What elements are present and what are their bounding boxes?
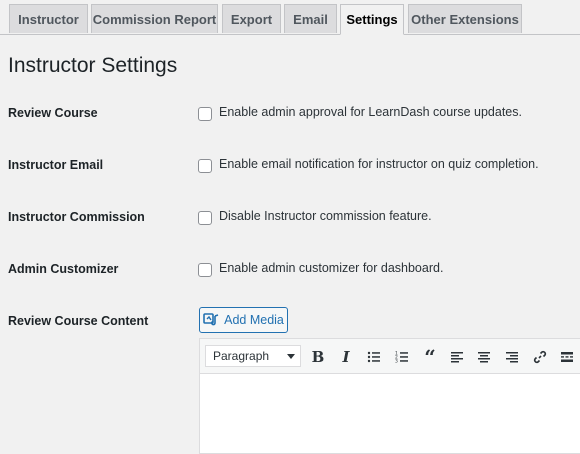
tab-export[interactable]: Export [222, 4, 281, 33]
tab-label: Settings [346, 12, 398, 27]
media-icon [203, 311, 219, 330]
tab-label: Commission Report [92, 11, 217, 27]
admin-customizer-label: Admin Customizer [8, 262, 119, 276]
align-center-icon[interactable] [474, 347, 494, 367]
review-course-option: Enable admin approval for LearnDash cour… [219, 105, 522, 119]
numbered-list-icon[interactable]: 123 [392, 347, 412, 367]
tab-bar: Instructor Commission Report Export Emai… [0, 0, 580, 35]
tab-email[interactable]: Email [284, 4, 337, 33]
tab-instructor[interactable]: Instructor [9, 4, 88, 33]
link-icon[interactable] [530, 347, 550, 367]
instructor-email-option: Enable email notification for instructor… [219, 157, 539, 171]
format-select[interactable]: Paragraph [205, 345, 301, 367]
tab-label: Email [293, 11, 328, 27]
review-course-label: Review Course [8, 106, 98, 120]
bold-icon[interactable]: B [308, 347, 328, 367]
instructor-email-label: Instructor Email [8, 158, 104, 172]
add-media-button[interactable]: Add Media [199, 307, 288, 333]
tab-settings[interactable]: Settings [340, 4, 404, 35]
admin-customizer-option: Enable admin customizer for dashboard. [219, 261, 444, 275]
tab-commission-report[interactable]: Commission Report [91, 4, 218, 33]
svg-text:3: 3 [395, 359, 398, 365]
tab-label: Export [230, 11, 273, 27]
add-media-label: Add Media [224, 313, 284, 327]
page-title: Instructor Settings [8, 54, 178, 77]
instructor-commission-checkbox[interactable] [198, 211, 212, 225]
review-course-content-label: Review Course Content [8, 314, 149, 328]
italic-icon[interactable]: I [336, 347, 356, 367]
instructor-commission-option: Disable Instructor commission feature. [219, 209, 432, 223]
instructor-email-checkbox[interactable] [198, 159, 212, 173]
align-left-icon[interactable] [447, 347, 467, 367]
tab-label: Instructor [18, 11, 79, 27]
review-course-checkbox[interactable] [198, 107, 212, 121]
instructor-commission-label: Instructor Commission [8, 210, 145, 224]
tab-other-extensions[interactable]: Other Extensions [408, 4, 522, 33]
admin-customizer-checkbox[interactable] [198, 263, 212, 277]
content-editor[interactable]: Paragraph B I 123 “ [199, 338, 580, 454]
bulleted-list-icon[interactable] [364, 347, 384, 367]
tab-label: Other Extensions [411, 11, 519, 27]
chevron-down-icon [287, 354, 295, 359]
editor-toolbar: Paragraph B I 123 “ [200, 339, 580, 374]
read-more-icon[interactable] [557, 347, 577, 367]
align-right-icon[interactable] [502, 347, 522, 367]
blockquote-icon[interactable]: “ [420, 345, 440, 369]
format-select-value: Paragraph [213, 349, 270, 363]
